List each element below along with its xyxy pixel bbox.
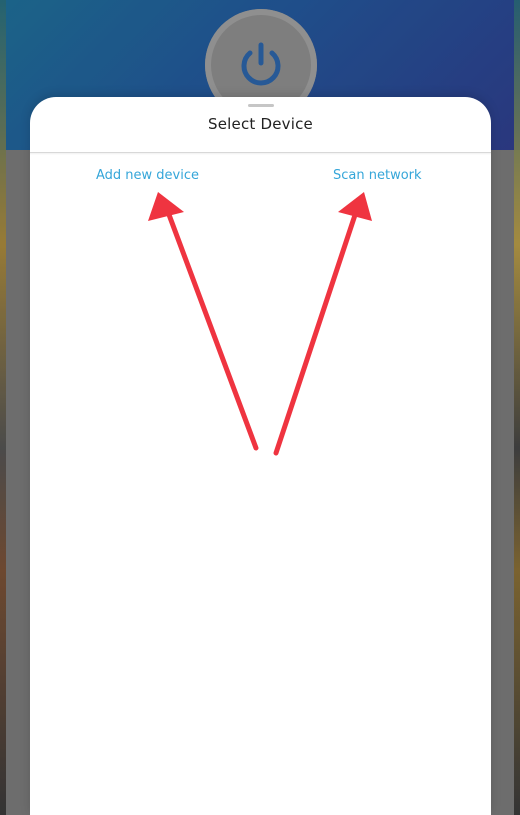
sheet-title: Select Device	[208, 115, 313, 133]
scan-network-link[interactable]: Scan network	[333, 168, 422, 183]
sheet-divider-shadow	[30, 153, 491, 155]
select-device-sheet: Select Device Add new device Scan networ…	[30, 97, 491, 815]
add-new-device-link[interactable]: Add new device	[96, 168, 199, 183]
sheet-drag-handle[interactable]	[248, 104, 274, 107]
